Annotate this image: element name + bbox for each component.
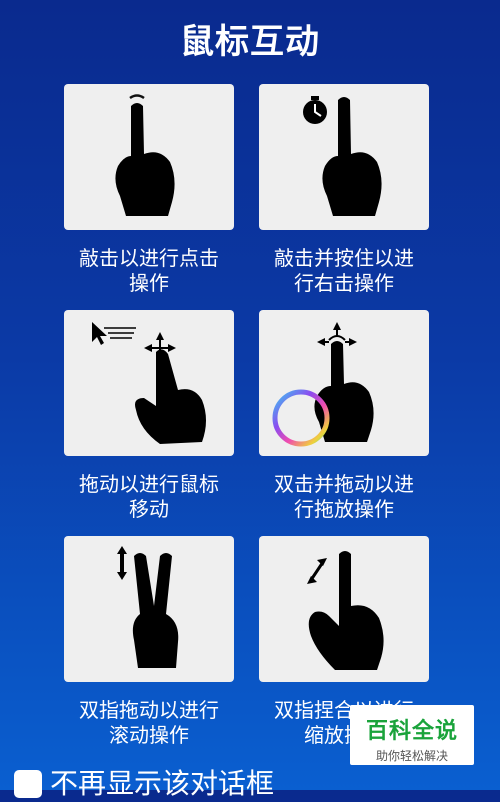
watermark-badge: 百科全说 助你轻松解决 (350, 705, 474, 765)
drag-hand-icon (92, 322, 206, 444)
two-finger-scroll-icon (117, 546, 179, 668)
dialog-title: 鼠标互动 (180, 22, 320, 62)
watermark-title: 百科全说 (365, 719, 458, 744)
caption-tap-hold: 敲击并按住以进 行右击操作 (274, 246, 414, 295)
tap-hold-hand-icon (303, 96, 382, 216)
double-tap-drag-hand-icon (272, 322, 374, 447)
gesture-card-tap (64, 84, 234, 230)
gesture-card-pinch-zoom (259, 536, 429, 682)
caption-drag: 拖动以进行鼠标 移动 (79, 472, 219, 521)
dont-show-label[interactable]: 不再显示该对话框 (50, 762, 274, 802)
caption-double-tap-drag: 双击并拖动以进 行拖放操作 (274, 472, 414, 521)
watermark-subtitle: 助你轻松解决 (375, 749, 448, 763)
pinch-zoom-hand-icon (307, 551, 384, 670)
gesture-card-double-tap-drag (259, 310, 429, 456)
gesture-card-tap-hold (259, 84, 429, 230)
tap-hand-icon (115, 94, 175, 216)
dont-show-checkbox[interactable] (14, 770, 42, 798)
caption-two-finger-scroll: 双指拖动以进行 滚动操作 (79, 698, 219, 747)
caption-tap: 敲击以进行点击 操作 (79, 246, 219, 295)
gesture-card-drag (64, 310, 234, 456)
gesture-card-two-finger-scroll (64, 536, 234, 682)
